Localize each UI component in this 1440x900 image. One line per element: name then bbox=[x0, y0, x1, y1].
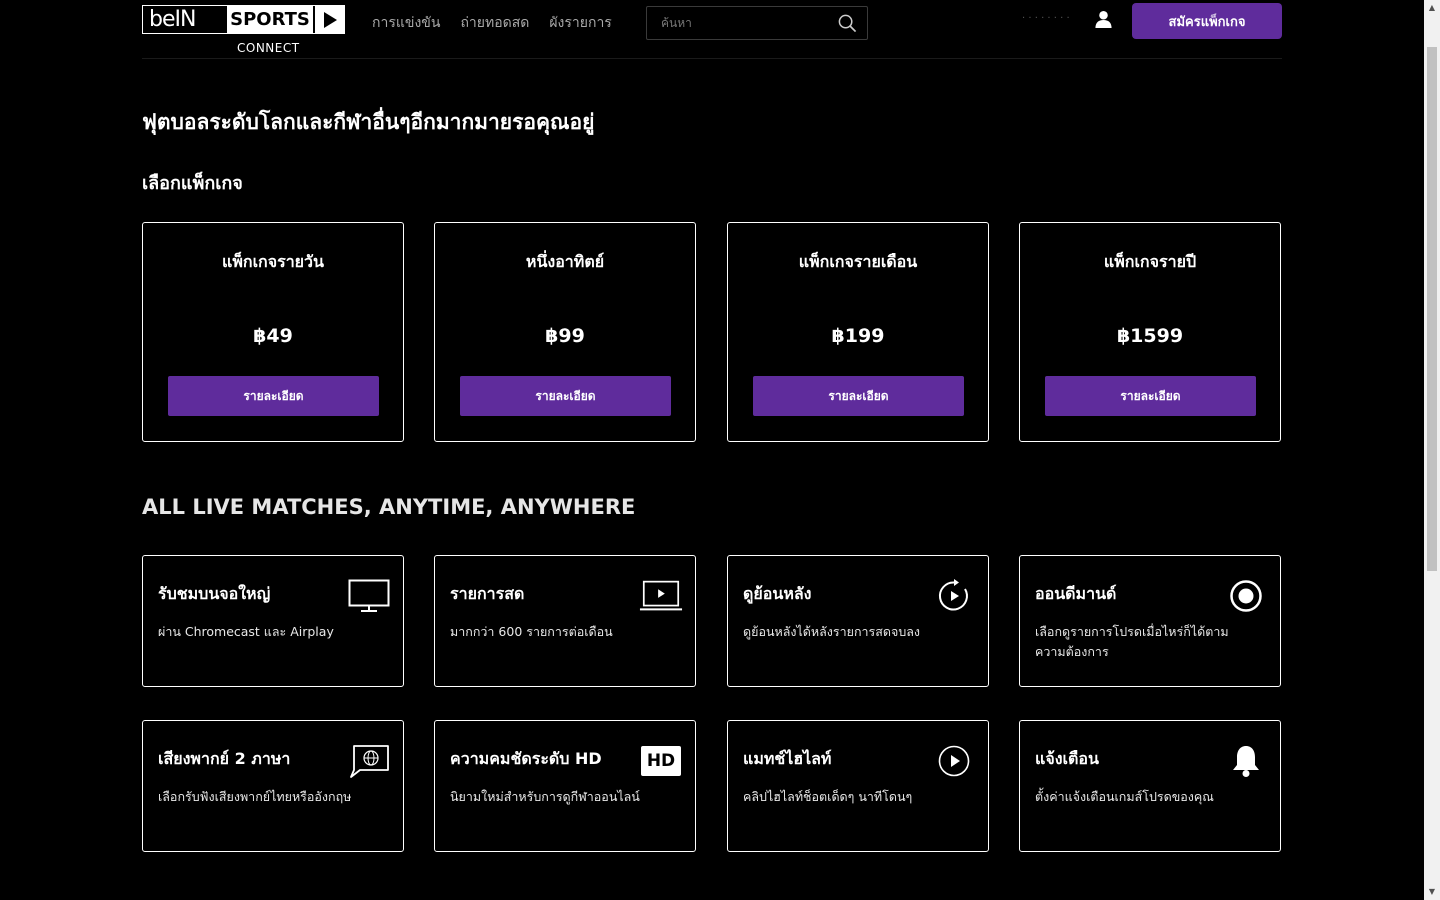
package-card-weekly: หนึ่งอาทิตย์ ฿99 รายละเอียด bbox=[434, 222, 696, 442]
scroll-up-arrow-icon[interactable]: ▲ bbox=[1424, 0, 1440, 16]
on-demand-icon bbox=[1224, 578, 1268, 614]
package-name: หนึ่งอาทิตย์ bbox=[525, 252, 605, 271]
logo-sports-text: SPORTS bbox=[227, 6, 313, 33]
page-headline: ฟุตบอลระดับโลกและกีฬาอื่นๆอีกมากมายรอคุณ… bbox=[142, 110, 595, 134]
user-icon[interactable] bbox=[1094, 10, 1113, 33]
nav-competitions[interactable]: การแข่งขัน bbox=[372, 12, 440, 34]
feature-card-big-screen: รับชมบนจอใหญ่ ผ่าน Chromecast และ Airpla… bbox=[142, 555, 404, 687]
scroll-down-arrow-icon[interactable]: ▼ bbox=[1424, 884, 1440, 900]
feature-card-highlights: แมทช์ไฮไลท์ คลิปไฮไลท์ช็อตเด็ดๆ นาทีโดนๆ bbox=[727, 720, 989, 852]
feature-card-on-demand: ออนดีมานด์ เลือกดูรายการโปรดเมื่อไหร่ก็ไ… bbox=[1019, 555, 1281, 687]
package-name: แพ็กเกจรายปี bbox=[1103, 252, 1197, 271]
package-details-button[interactable]: รายละเอียด bbox=[168, 376, 379, 416]
page: beIN SPORTS CONNECT การแข่งขัน ถ่ายทอดสด… bbox=[0, 0, 1424, 900]
replay-icon bbox=[932, 578, 976, 614]
header: beIN SPORTS CONNECT การแข่งขัน ถ่ายทอดสด… bbox=[142, 0, 1282, 59]
feature-title: รับชมบนจอใหญ่ bbox=[158, 584, 271, 603]
packages-row: แพ็กเกจรายวัน ฿49 รายละเอียด หนึ่งอาทิตย… bbox=[142, 222, 1282, 442]
package-price: ฿199 bbox=[831, 325, 885, 347]
feature-card-dual-audio: เสียงพากย์ 2 ภาษา เลือกรับฟังเสียงพากย์ไ… bbox=[142, 720, 404, 852]
play-icon bbox=[313, 6, 344, 33]
feature-card-replay: ดูย้อนหลัง ดูย้อนหลังได้หลังรายการสดจบลง bbox=[727, 555, 989, 687]
logo-box: beIN SPORTS bbox=[142, 5, 345, 34]
feature-desc: ดูย้อนหลังได้หลังรายการสดจบลง bbox=[743, 624, 921, 639]
package-card-yearly: แพ็กเกจรายปี ฿1599 รายละเอียด bbox=[1019, 222, 1281, 442]
scrollbar-thumb[interactable] bbox=[1427, 47, 1437, 571]
bell-icon bbox=[1224, 743, 1268, 779]
feature-title: ดูย้อนหลัง bbox=[743, 584, 812, 603]
feature-card-live: รายการสด มากกว่า 600 รายการต่อเดือน bbox=[434, 555, 696, 687]
packages-title: เลือกแพ็กเกจ bbox=[142, 173, 243, 194]
feature-card-hd: ความคมชัดระดับ HD นิยามใหม่สำหรับการดูกี… bbox=[434, 720, 696, 852]
user-name-text: · · · · · · · · bbox=[1022, 13, 1070, 24]
feature-desc: นิยามใหม่สำหรับการดูกีฬาออนไลน์ bbox=[450, 789, 640, 804]
hd-badge: HD bbox=[641, 746, 681, 776]
package-details-button[interactable]: รายละเอียด bbox=[1045, 376, 1256, 416]
package-name: แพ็กเกจรายเดือน bbox=[798, 252, 918, 271]
package-name: แพ็กเกจรายวัน bbox=[222, 252, 324, 271]
logo-bein-text: beIN bbox=[143, 6, 227, 33]
feature-card-notifications: แจ้งเตือน ตั้งค่าแจ้งเตือนเกมส์โปรดของคุ… bbox=[1019, 720, 1281, 852]
nav-live[interactable]: ถ่ายทอดสด bbox=[460, 12, 529, 34]
vertical-scrollbar[interactable]: ▲ ▼ bbox=[1424, 0, 1440, 900]
feature-desc: เลือกดูรายการโปรดเมื่อไหร่ก็ได้ตามความต้… bbox=[1035, 624, 1229, 659]
package-details-button[interactable]: รายละเอียด bbox=[753, 376, 964, 416]
feature-desc: คลิปไฮไลท์ช็อตเด็ดๆ นาทีโดนๆ bbox=[743, 789, 913, 804]
feature-desc: เลือกรับฟังเสียงพากย์ไทยหรืออังกฤษ bbox=[158, 789, 352, 804]
logo-connect-text: CONNECT bbox=[237, 41, 300, 55]
feature-desc: ผ่าน Chromecast และ Airplay bbox=[158, 624, 334, 639]
nav-schedule[interactable]: ผังรายการ bbox=[549, 12, 611, 34]
main-nav: การแข่งขัน ถ่ายทอดสด ผังรายการ bbox=[372, 12, 632, 34]
feature-title: แมทช์ไฮไลท์ bbox=[743, 749, 832, 768]
feature-desc: มากกว่า 600 รายการต่อเดือน bbox=[450, 624, 613, 639]
search-input[interactable] bbox=[659, 15, 833, 31]
signup-button[interactable]: สมัครแพ็กเกจ bbox=[1132, 3, 1282, 39]
language-icon bbox=[347, 743, 391, 779]
package-card-monthly: แพ็กเกจรายเดือน ฿199 รายละเอียด bbox=[727, 222, 989, 442]
package-details-button[interactable]: รายละเอียด bbox=[460, 376, 671, 416]
feature-title: แจ้งเตือน bbox=[1035, 749, 1099, 768]
package-price: ฿1599 bbox=[1116, 325, 1184, 347]
package-card-daily: แพ็กเกจรายวัน ฿49 รายละเอียด bbox=[142, 222, 404, 442]
features-title: ALL LIVE MATCHES, ANYTIME, ANYWHERE bbox=[142, 495, 636, 519]
feature-title: เสียงพากย์ 2 ภาษา bbox=[158, 749, 291, 768]
tv-icon bbox=[347, 578, 391, 614]
play-circle-icon bbox=[932, 743, 976, 779]
feature-title: รายการสด bbox=[450, 584, 525, 603]
bein-sports-logo[interactable]: beIN SPORTS CONNECT bbox=[142, 5, 347, 57]
feature-title: ออนดีมานด์ bbox=[1035, 584, 1117, 603]
feature-title: ความคมชัดระดับ HD bbox=[450, 749, 602, 768]
feature-desc: ตั้งค่าแจ้งเตือนเกมส์โปรดของคุณ bbox=[1035, 789, 1214, 804]
search-box bbox=[646, 6, 868, 40]
hd-icon: HD bbox=[639, 743, 683, 779]
laptop-play-icon bbox=[639, 578, 683, 614]
package-price: ฿49 bbox=[253, 325, 293, 347]
search-icon[interactable] bbox=[838, 14, 857, 37]
package-price: ฿99 bbox=[545, 325, 585, 347]
